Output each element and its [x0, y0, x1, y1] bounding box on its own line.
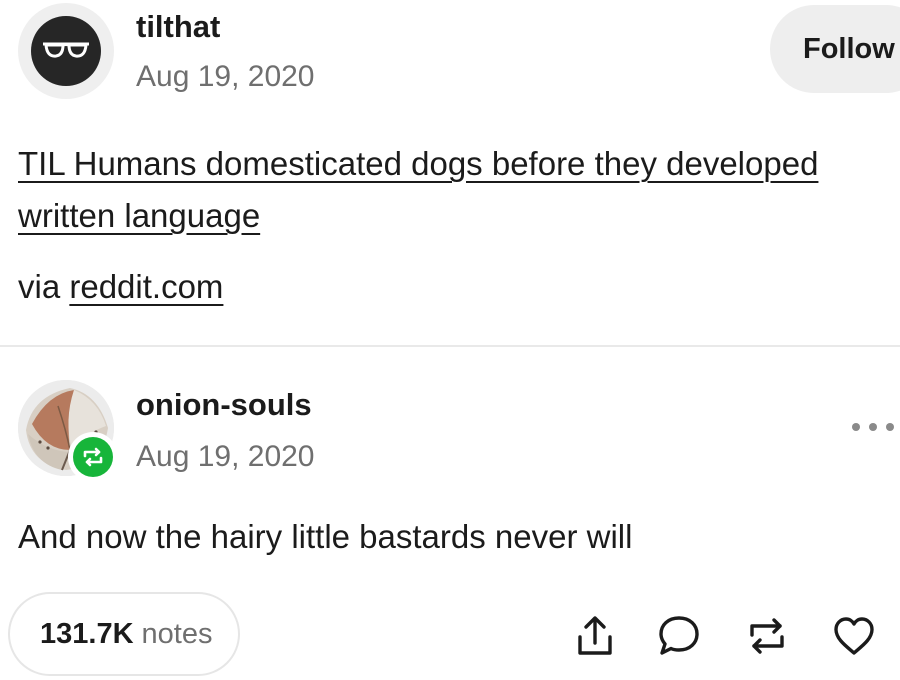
- notes-count: 131.7K: [40, 617, 134, 650]
- sunglasses-face-icon: [31, 16, 101, 86]
- share-icon[interactable]: [569, 610, 621, 662]
- like-icon[interactable]: [828, 610, 880, 662]
- blog-name[interactable]: tilthat: [136, 9, 220, 45]
- post-divider: [0, 345, 900, 347]
- reblog-icon[interactable]: [741, 610, 793, 662]
- post-title-link[interactable]: TIL Humans domesticated dogs before they…: [18, 138, 898, 242]
- reply-icon[interactable]: [653, 610, 705, 662]
- via-prefix: via: [18, 268, 61, 305]
- notes-label: notes: [141, 617, 213, 650]
- follow-button[interactable]: Follow: [770, 5, 900, 93]
- more-dot: [886, 423, 894, 431]
- reblog-blog-name[interactable]: onion-souls: [136, 387, 312, 423]
- more-options-icon[interactable]: [852, 412, 894, 442]
- notes-button[interactable]: 131.7K notes: [8, 592, 240, 676]
- reblog-date: Aug 19, 2020: [136, 440, 315, 473]
- more-dot: [869, 423, 877, 431]
- more-dot: [852, 423, 860, 431]
- source-link[interactable]: reddit.com: [69, 268, 223, 305]
- blog-avatar-tilthat[interactable]: [18, 3, 114, 99]
- source-line: via reddit.com: [18, 268, 223, 306]
- reblog-badge-icon: [68, 432, 118, 482]
- reblog-text: And now the hairy little bastards never …: [18, 518, 633, 555]
- post-date: Aug 19, 2020: [136, 60, 315, 93]
